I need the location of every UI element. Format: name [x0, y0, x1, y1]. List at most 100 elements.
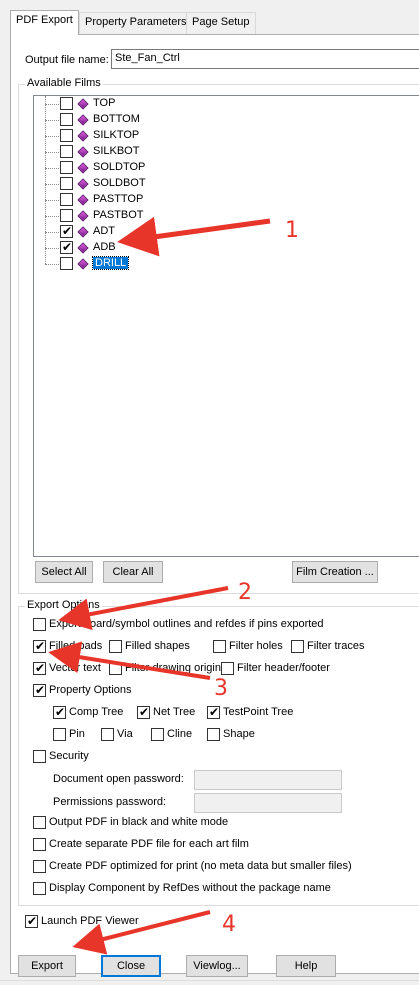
film-label[interactable]: SILKTOP	[93, 129, 139, 141]
available-films-label: Available Films	[25, 77, 103, 89]
film-diamond-icon	[77, 178, 89, 190]
black-white-checkbox[interactable]	[33, 816, 46, 829]
checkmark-icon: ✔	[138, 705, 150, 719]
close-button[interactable]: Close	[101, 955, 161, 977]
film-label[interactable]: SILKBOT	[93, 145, 139, 157]
via-label: Via	[117, 728, 133, 740]
status-separator	[0, 980, 419, 981]
film-checkbox[interactable]	[60, 97, 73, 110]
film-checkbox[interactable]: ✔	[60, 240, 73, 254]
comp-tree-checkbox[interactable]: ✔	[53, 705, 66, 719]
property-options-label: Property Options	[49, 684, 132, 696]
tree-connector	[45, 248, 59, 249]
via-checkbox[interactable]	[101, 728, 114, 741]
optimized-print-checkbox[interactable]	[33, 860, 46, 873]
tree-connector	[45, 136, 59, 137]
film-checkbox[interactable]	[60, 129, 73, 142]
film-label[interactable]: ADB	[93, 241, 116, 253]
film-diamond-icon	[77, 130, 89, 142]
film-label[interactable]: PASTBOT	[93, 209, 144, 221]
filter-drawing-origin-label: Filter drawing origin	[125, 662, 221, 674]
tree-connector	[45, 152, 59, 153]
export-button[interactable]: Export	[18, 955, 76, 977]
checkmark-icon: ✔	[61, 224, 73, 238]
pin-checkbox[interactable]	[53, 728, 66, 741]
film-label[interactable]: ADT	[93, 225, 115, 237]
display-refdes-checkbox[interactable]	[33, 882, 46, 895]
film-diamond-icon	[77, 210, 89, 222]
tab-label: Page Setup	[192, 16, 250, 28]
annotation-number-4: 4	[222, 912, 236, 937]
net-tree-checkbox[interactable]: ✔	[137, 705, 150, 719]
checkmark-icon: ✔	[54, 705, 66, 719]
film-diamond-icon	[77, 226, 89, 238]
help-button[interactable]: Help	[276, 955, 336, 977]
tree-connector	[45, 104, 59, 105]
vector-text-checkbox[interactable]: ✔	[33, 661, 46, 675]
checkmark-icon: ✔	[208, 705, 220, 719]
filter-header-footer-checkbox[interactable]	[221, 662, 234, 675]
film-diamond-icon	[77, 258, 89, 270]
cline-label: Cline	[167, 728, 193, 740]
film-diamond-icon	[77, 162, 89, 174]
output-file-name-label: Output file name:	[25, 54, 109, 66]
launch-pdf-viewer-label: Launch PDF Viewer	[41, 915, 139, 927]
clear-all-button[interactable]: Clear All	[103, 561, 163, 583]
vector-text-label: Vector text	[49, 662, 101, 674]
security-checkbox[interactable]	[33, 750, 46, 763]
filter-drawing-origin-checkbox[interactable]	[109, 662, 122, 675]
cline-checkbox[interactable]	[151, 728, 164, 741]
tab-page-setup[interactable]: Page Setup	[186, 12, 256, 34]
checkmark-icon: ✔	[34, 639, 46, 653]
film-label[interactable]: SOLDTOP	[93, 161, 145, 173]
film-checkbox[interactable]	[60, 145, 73, 158]
film-checkbox[interactable]	[60, 257, 73, 270]
filled-shapes-checkbox[interactable]	[109, 640, 122, 653]
films-tree[interactable]: TOP BOTTOM SILKTOP SILKBOT SOLDTOP SOLDBOT PAS…	[33, 95, 419, 557]
export-outlines-label: Export board/symbol outlines and refdes …	[49, 618, 324, 630]
film-checkbox[interactable]	[60, 161, 73, 174]
film-creation-button[interactable]: Film Creation ...	[292, 561, 378, 583]
film-label[interactable]: TOP	[93, 97, 115, 109]
tab-pdf-export[interactable]: PDF Export	[10, 10, 79, 35]
tab-property-parameters[interactable]: Property Parameters	[79, 12, 193, 34]
film-diamond-icon	[77, 114, 89, 126]
separate-pdf-checkbox[interactable]	[33, 838, 46, 851]
launch-pdf-viewer-checkbox[interactable]: ✔	[25, 914, 38, 928]
film-label[interactable]: SOLDBOT	[93, 177, 146, 189]
property-options-checkbox[interactable]: ✔	[33, 683, 46, 697]
permissions-password-input[interactable]	[194, 793, 342, 813]
film-label[interactable]: BOTTOM	[93, 113, 140, 125]
filter-traces-checkbox[interactable]	[291, 640, 304, 653]
tab-label: PDF Export	[16, 14, 73, 26]
film-checkbox[interactable]	[60, 209, 73, 222]
security-label: Security	[49, 750, 89, 762]
film-diamond-icon	[77, 98, 89, 110]
filled-pads-checkbox[interactable]: ✔	[33, 639, 46, 653]
film-label[interactable]: PASTTOP	[93, 193, 143, 205]
annotation-number-3: 3	[214, 676, 228, 701]
viewlog-button[interactable]: Viewlog...	[186, 955, 248, 977]
checkmark-icon: ✔	[26, 914, 38, 928]
film-label[interactable]: DRILL	[91, 256, 130, 270]
filled-pads-label: Filled pads	[49, 640, 103, 652]
testpoint-tree-checkbox[interactable]: ✔	[207, 705, 220, 719]
film-checkbox[interactable]	[60, 113, 73, 126]
film-checkbox[interactable]	[60, 193, 73, 206]
checkmark-icon: ✔	[34, 683, 46, 697]
filter-holes-checkbox[interactable]	[213, 640, 226, 653]
net-tree-label: Net Tree	[153, 706, 196, 718]
filter-holes-label: Filter holes	[229, 640, 283, 652]
output-file-name-input[interactable]: Ste_Fan_Ctrl	[111, 49, 419, 69]
select-all-button[interactable]: Select All	[35, 561, 93, 583]
black-white-label: Output PDF in black and white mode	[49, 816, 229, 828]
tree-connector	[45, 200, 59, 201]
document-open-password-input[interactable]	[194, 770, 342, 790]
film-checkbox[interactable]: ✔	[60, 224, 73, 238]
checkmark-icon: ✔	[34, 661, 46, 675]
shape-checkbox[interactable]	[207, 728, 220, 741]
display-refdes-label: Display Component by RefDes without the …	[49, 882, 331, 894]
filled-shapes-label: Filled shapes	[125, 640, 190, 652]
export-outlines-checkbox[interactable]	[33, 618, 46, 631]
film-checkbox[interactable]	[60, 177, 73, 190]
